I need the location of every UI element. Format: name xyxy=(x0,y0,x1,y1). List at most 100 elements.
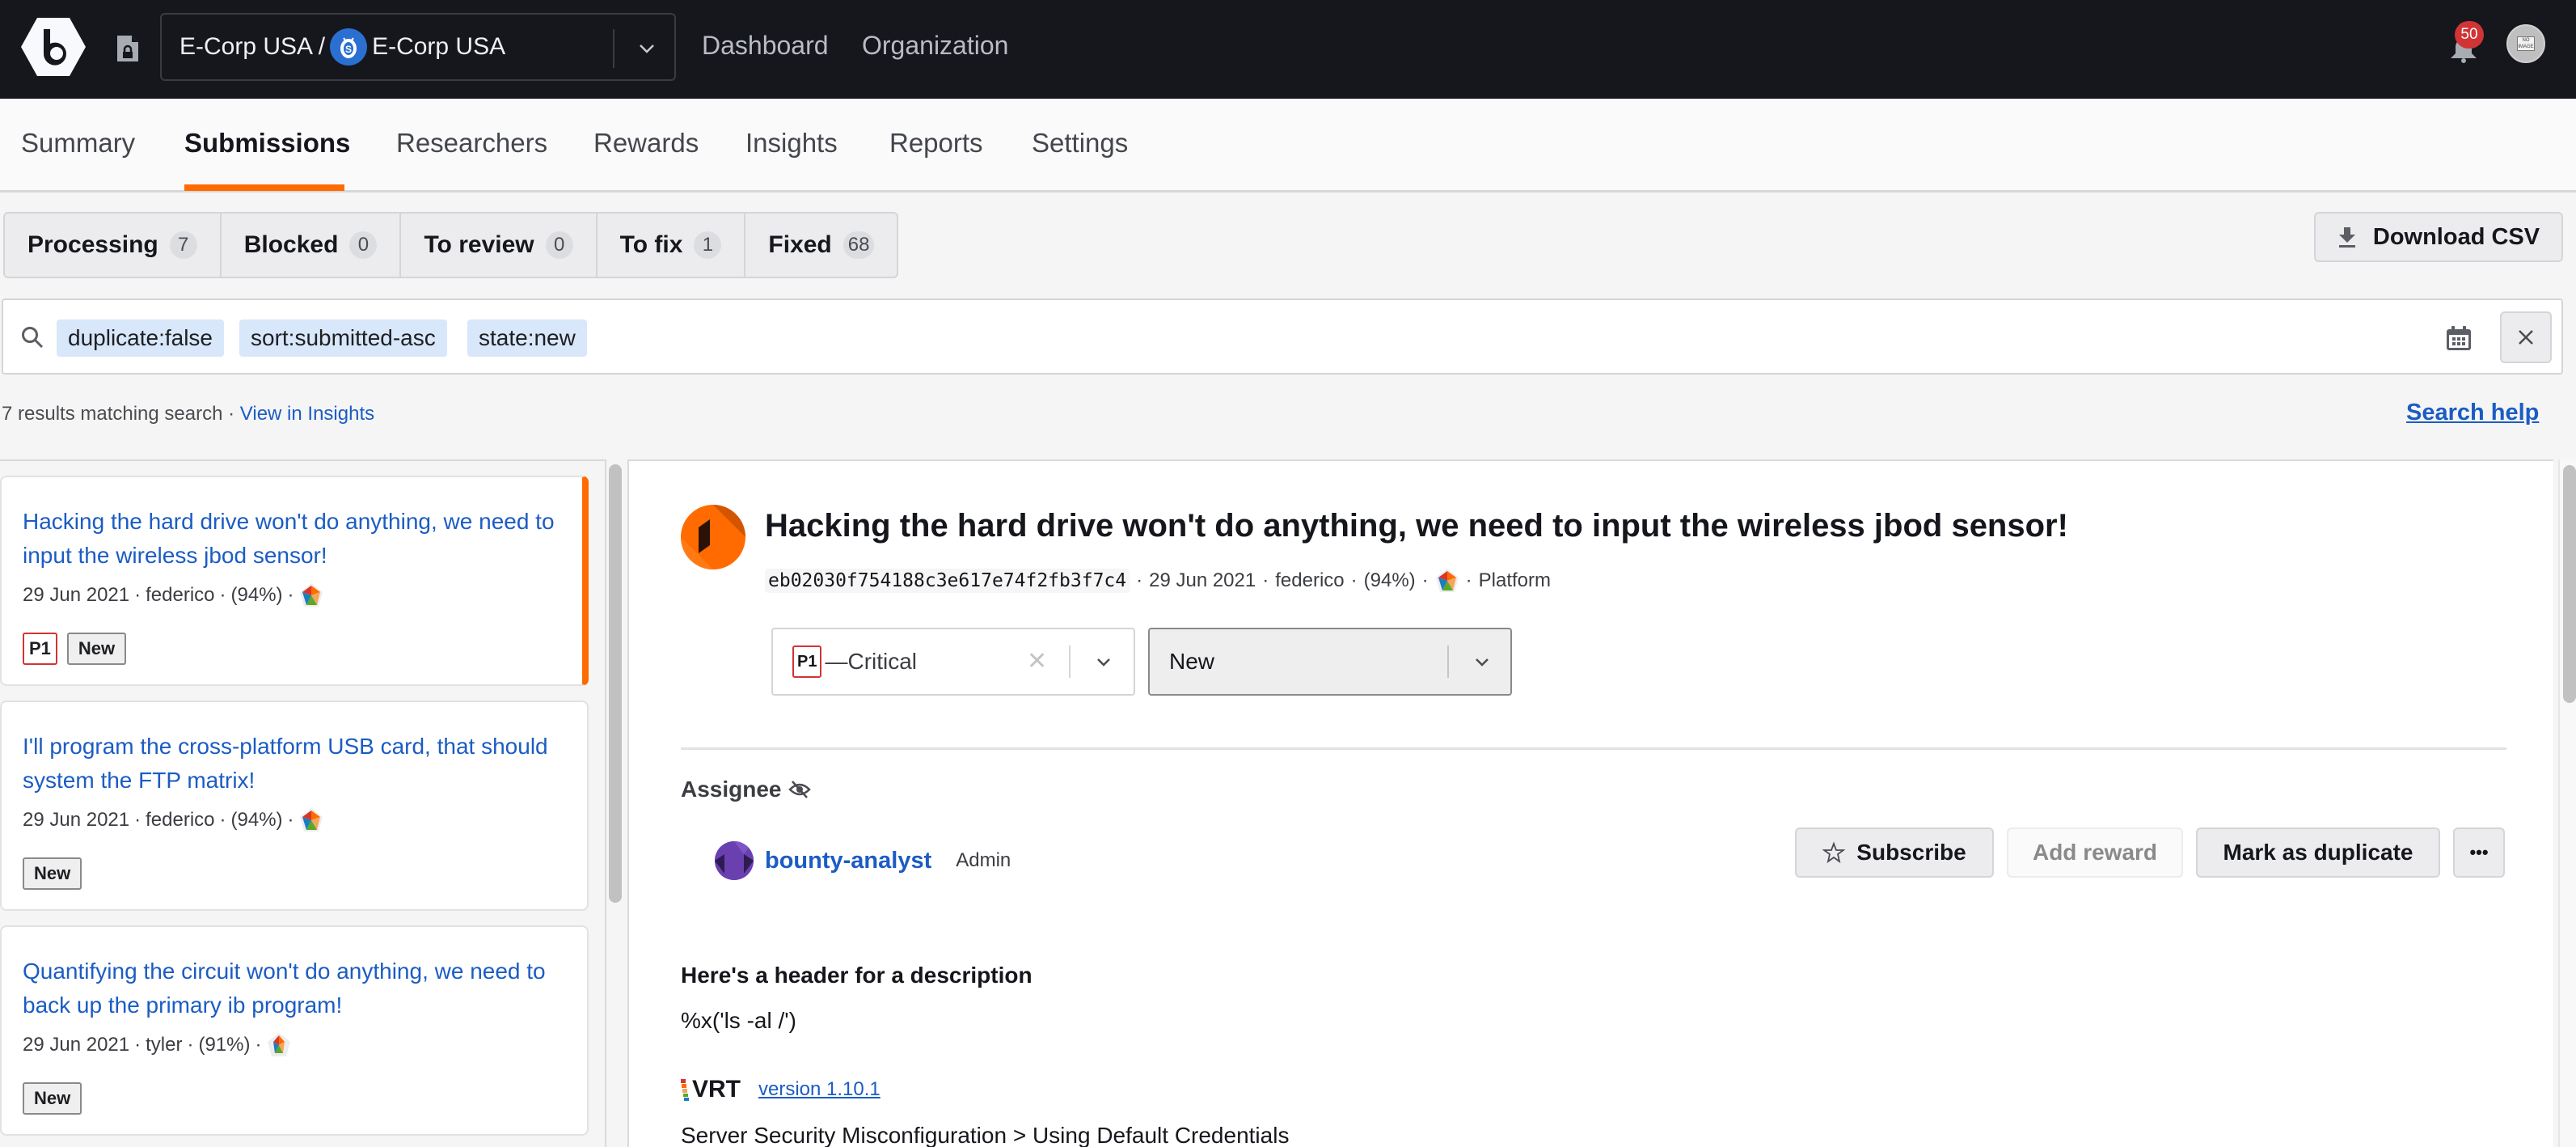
assignee: bounty-analyst Admin xyxy=(715,841,1011,880)
submission-id[interactable]: eb02030f754188c3e617e74f2fb3f7c4 xyxy=(765,569,1130,593)
submission-card[interactable]: Quantifying the circuit won't do anythin… xyxy=(0,925,589,1136)
researcher-name[interactable]: federico xyxy=(1275,569,1344,592)
nav-dashboard[interactable]: Dashboard xyxy=(702,31,829,61)
submission-date: 29 Jun 2021 xyxy=(1149,569,1256,591)
vrt-info: VRT version 1.10.1 xyxy=(681,1076,880,1103)
eye-off-icon[interactable] xyxy=(788,780,811,799)
status-count-badge: 7 xyxy=(169,231,197,259)
assignee-section-label: Assignee xyxy=(681,777,811,802)
download-csv-label: Download CSV xyxy=(2372,223,2540,250)
mark-as-duplicate-button[interactable]: Mark as duplicate xyxy=(2196,827,2440,878)
submission-list: Hacking the hard drive won't do anything… xyxy=(0,459,606,1147)
tab-researchers[interactable]: Researchers xyxy=(396,128,547,159)
tab-rewards[interactable]: Rewards xyxy=(593,128,699,159)
severity-label: —Critical xyxy=(825,649,918,674)
org-bug-icon: S xyxy=(330,28,368,66)
search-icon xyxy=(22,327,44,349)
search-chip[interactable]: sort:submitted-asc xyxy=(239,320,447,357)
divider xyxy=(1069,645,1071,678)
description-text: %x('ls -al /') xyxy=(681,1008,796,1033)
researcher-badge-icon xyxy=(267,1033,290,1056)
more-actions-button[interactable]: ••• xyxy=(2453,827,2505,878)
nav-organization[interactable]: Organization xyxy=(862,31,1008,61)
view-in-insights-link[interactable]: View in Insights xyxy=(240,403,374,425)
status-count-badge: 1 xyxy=(694,231,722,259)
tab-reports[interactable]: Reports xyxy=(889,128,983,159)
vrt-version-link[interactable]: version 1.10.1 xyxy=(758,1078,880,1101)
submission-meta: 29 Jun 2021 · federico · (94%) · xyxy=(23,807,566,833)
private-program-icon xyxy=(117,36,138,61)
researcher-name[interactable]: federico xyxy=(146,584,214,607)
submission-title[interactable]: Hacking the hard drive won't do anything… xyxy=(23,505,561,573)
chevron-down-icon[interactable] xyxy=(631,32,663,65)
researcher-score: (94%) xyxy=(1363,569,1416,591)
subscribe-label: Subscribe xyxy=(1856,840,1966,865)
mark-duplicate-label: Mark as duplicate xyxy=(2223,840,2413,865)
researcher-name[interactable]: federico xyxy=(146,809,214,832)
calendar-icon[interactable] xyxy=(2445,324,2473,352)
download-csv-button[interactable]: Download CSV xyxy=(2314,212,2563,262)
more-icon: ••• xyxy=(2469,842,2489,862)
results-summary: 7 results matching search · View in Insi… xyxy=(2,403,374,425)
status-tab-label: Blocked xyxy=(243,231,339,258)
search-chip[interactable]: duplicate:false xyxy=(57,320,225,357)
bugcrowd-logo-icon[interactable] xyxy=(21,18,86,76)
researcher-name[interactable]: tyler xyxy=(146,1034,182,1056)
top-navbar: E-Corp USA / S E-Corp USA Dashboard Orga… xyxy=(0,0,2576,99)
state-select[interactable]: New xyxy=(1148,628,1512,696)
results-count: 7 results matching search xyxy=(2,403,223,425)
assignee-name-link[interactable]: bounty-analyst xyxy=(765,848,931,874)
submission-meta: 29 Jun 2021 · tyler · (91%) · xyxy=(23,1032,566,1058)
chevron-down-icon[interactable] xyxy=(1093,652,1114,673)
subscribe-button[interactable]: Subscribe xyxy=(1795,827,1994,878)
clear-severity-icon[interactable]: ✕ xyxy=(1027,647,1047,675)
download-icon xyxy=(2338,227,2355,248)
status-tab-to-fix[interactable]: To fix 1 xyxy=(598,214,746,277)
vrt-logo: VRT xyxy=(681,1076,741,1103)
organization-selector[interactable]: E-Corp USA / S E-Corp USA xyxy=(160,13,676,81)
submission-card[interactable]: Hacking the hard drive won't do anything… xyxy=(0,476,589,686)
search-help-link[interactable]: Search help xyxy=(2406,400,2539,426)
submission-detail-panel xyxy=(629,459,2553,1147)
svg-text:S: S xyxy=(345,44,352,55)
state-value: New xyxy=(1169,649,1215,674)
search-input[interactable]: duplicate:false sort:submitted-asc state… xyxy=(2,298,2563,375)
submission-title[interactable]: I'll program the cross-platform USB card… xyxy=(23,730,566,798)
submission-title-heading: Hacking the hard drive won't do anything… xyxy=(765,508,2068,544)
status-count-badge: 0 xyxy=(545,231,573,259)
tab-insights[interactable]: Insights xyxy=(745,128,838,159)
detail-scrollbar-thumb[interactable] xyxy=(2563,465,2576,703)
severity-select[interactable]: P1 —Critical ✕ xyxy=(771,628,1135,696)
org-name: E-Corp USA xyxy=(372,33,506,60)
tab-submissions[interactable]: Submissions xyxy=(184,128,350,159)
add-reward-button[interactable]: Add reward xyxy=(2007,827,2183,878)
submission-date: 29 Jun 2021 xyxy=(23,584,130,606)
assignee-avatar xyxy=(715,841,754,880)
status-tab-label: To fix xyxy=(619,231,683,258)
divider xyxy=(613,29,614,68)
separator: · xyxy=(222,403,240,425)
star-icon xyxy=(1822,841,1846,864)
status-tab-blocked[interactable]: Blocked 0 xyxy=(222,214,402,277)
clear-search-button[interactable] xyxy=(2500,311,2552,363)
submission-tags: P1 New xyxy=(23,633,561,665)
search-chip[interactable]: state:new xyxy=(467,320,587,357)
tab-summary[interactable]: Summary xyxy=(21,128,135,159)
researcher-score: (91%) xyxy=(198,1034,251,1056)
status-tab-to-review[interactable]: To review 0 xyxy=(401,214,598,277)
submission-title[interactable]: Quantifying the circuit won't do anythin… xyxy=(23,954,566,1022)
user-avatar[interactable]: NO IMAGE xyxy=(2506,24,2545,63)
tab-settings[interactable]: Settings xyxy=(1032,128,1128,159)
status-tab-label: Processing xyxy=(27,231,158,258)
status-tab-label: To review xyxy=(424,231,534,258)
target-name[interactable]: Platform xyxy=(1479,569,1551,592)
status-tab-processing[interactable]: Processing 7 xyxy=(5,214,222,277)
status-filter-tabs: Processing 7 Blocked 0 To review 0 To fi… xyxy=(3,212,899,278)
vrt-logo-text: VRT xyxy=(692,1076,741,1103)
vrt-category: Server Security Misconfiguration > Using… xyxy=(681,1123,1290,1147)
status-tab-fixed[interactable]: Fixed 68 xyxy=(745,214,897,277)
chevron-down-icon[interactable] xyxy=(1472,652,1493,673)
list-scrollbar-thumb[interactable] xyxy=(609,464,622,903)
submission-card[interactable]: I'll program the cross-platform USB card… xyxy=(0,700,589,911)
submission-date: 29 Jun 2021 xyxy=(23,1034,130,1056)
